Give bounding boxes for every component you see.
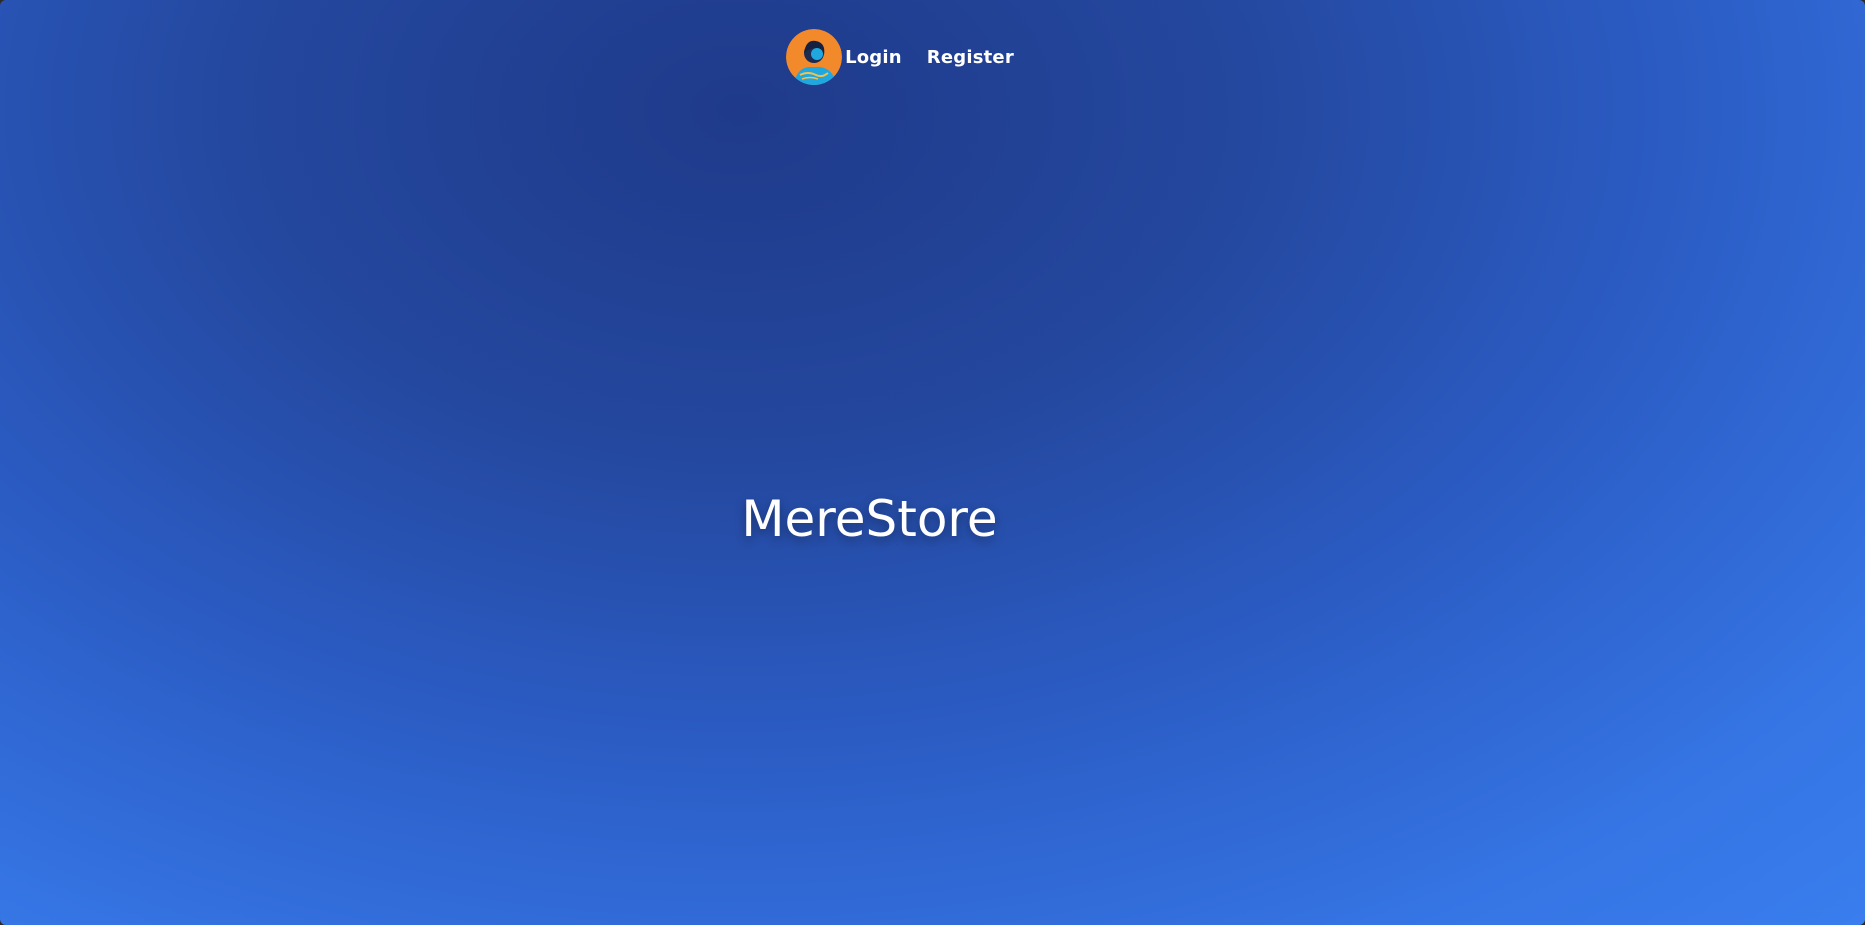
hero-title: MereStore — [741, 490, 998, 548]
login-link[interactable]: Login — [845, 47, 902, 68]
avatar-graphic — [786, 29, 843, 85]
user-avatar-icon[interactable] — [786, 29, 843, 85]
top-nav: Login Register — [0, 28, 1865, 86]
app-window: Login Register MereStore — [0, 0, 1865, 925]
nav-group: Login Register — [786, 29, 1014, 85]
register-link[interactable]: Register — [927, 47, 1014, 68]
